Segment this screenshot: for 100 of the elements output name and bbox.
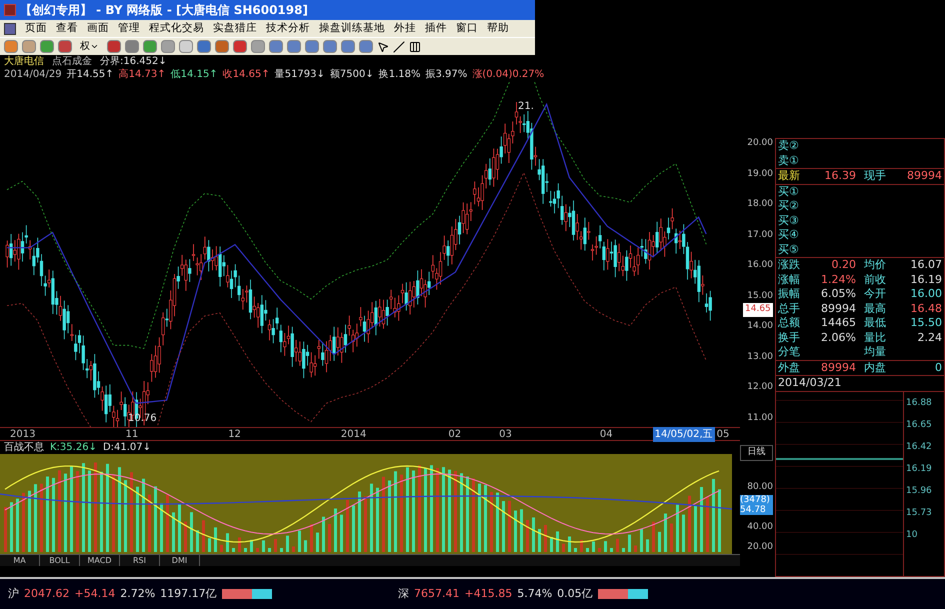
latest-price: 16.39 [824,169,856,184]
buy-level: 买① [777,184,800,199]
indicator-tab[interactable]: RSI [120,555,160,566]
menu-item[interactable]: 操盘训练基地 [319,20,385,36]
menu-item[interactable]: 实盘猎庄 [213,20,257,36]
date-label: 12 [228,428,241,442]
stat-label: 总手 [778,302,801,316]
app-menu-icon[interactable] [4,22,16,34]
quote-value: 2014/04/29 [4,68,62,82]
indicator-tab[interactable]: MACD [80,555,120,566]
axis-label: 80.00 [747,480,773,494]
price-axis-label: 15.00 [747,290,773,300]
market-percent: 5.74% [517,586,552,602]
price-axis-label: 13.00 [747,352,773,362]
stat-label: 均价 [864,258,887,272]
toolbar-icon[interactable] [269,40,283,53]
price-axis-label: 11.00 [747,412,773,422]
tick-axis-label: 16.88 [906,396,933,410]
indicator-title: 百战不息 [4,440,44,455]
stat-value: 2.24 [916,330,942,345]
tick-axis-label: 16.65 [906,418,933,432]
toolbar-icon[interactable] [305,40,319,53]
indicator-badge: (3478) 54.78 [740,495,773,515]
toolbar-icon[interactable] [197,40,211,53]
market-amount: 1197.17亿 [160,586,217,602]
indicator-name: 点石成金 [52,54,92,69]
indicator-tab[interactable]: MA [0,555,40,566]
buy-level: 买④ [777,228,800,242]
menu-item[interactable]: 窗口 [456,20,478,36]
tick-axis-label: 16.42 [906,440,933,454]
breadth-bar [222,589,272,599]
indicator-tab[interactable]: BOLL [40,555,80,566]
toolbar-icon[interactable] [161,40,175,53]
quote-value: 振3.97% [426,68,468,82]
stat-label: 量比 [864,330,887,345]
toolbar-icon[interactable] [179,40,193,53]
price-axis-label: 14.00 [747,321,773,331]
price-axis-label: 20.00 [747,138,773,148]
stat-label: 最低 [864,316,887,330]
toolbar-icon[interactable] [287,40,301,53]
menu-item[interactable]: 帮助 [487,20,509,36]
stat-value: 2.06% [820,330,856,345]
current-price-badge: 14.65 [743,303,773,316]
market-index: 7657.41 [414,586,460,602]
price-axis-label: 17.00 [747,230,773,240]
menu-item[interactable]: 技术分析 [266,20,310,36]
stat-label: 前收 [864,272,887,287]
stat-value: 16.19 [910,272,942,287]
quote-value: 高14.73↑ [118,68,166,82]
quote-value: 收14.65↑ [222,68,270,82]
tick-axis-label: 15.73 [906,506,933,520]
tick-axis-label: 15.96 [906,484,933,498]
axis-label: 20.00 [747,540,773,554]
toolbar-icon[interactable] [233,40,247,53]
stat-label: 均量 [864,345,887,360]
toolbar-icon[interactable] [107,40,121,53]
volume-value: 89994 [906,169,942,184]
market-amount: 0.05亿 [557,586,593,602]
bars-icon[interactable] [409,40,421,52]
stat-label: 分笔 [778,345,801,360]
rights-dropdown[interactable]: 权 [76,39,103,54]
quote-value: 低14.15↑ [170,68,218,82]
toolbar-icon[interactable] [341,40,355,53]
quote-value: 量51793↓ [274,68,325,82]
line-tool-icon[interactable] [393,40,405,52]
toolbar-icon[interactable] [125,40,139,53]
stat-value: 16.07 [910,258,942,272]
quote-value: 涨(0.04)0.27% [472,68,544,82]
price-axis-label: 19.00 [747,168,773,178]
window-title: 【创幻专用】 - BY 网络版 - [大唐电信 SH600198] [20,2,308,19]
boundary-value: 分界:16.452↓ [100,55,167,68]
menu-item[interactable]: 程式化交易 [149,20,204,36]
menu-item[interactable]: 外挂 [394,20,416,36]
menu-item[interactable]: 画面 [87,20,109,36]
stat-value: 15.50 [910,316,942,330]
date-label: 2013 [10,428,36,442]
price-axis-label: 12.00 [747,382,773,392]
menu-item[interactable]: 查看 [56,20,78,36]
toolbar-icon[interactable] [215,40,229,53]
sell-level: 卖② [777,139,800,154]
breadth-bar [598,589,648,599]
price-axis-label: 16.00 [747,260,773,270]
market-percent: 2.72% [120,586,156,602]
quote-value: 换1.18% [378,68,421,82]
toolbar-icon[interactable] [143,40,157,53]
axis-label: 40.00 [747,521,773,534]
cursor-icon[interactable] [377,40,389,52]
menu-item[interactable]: 管理 [118,20,140,36]
indicator-tab[interactable]: DMI [160,555,200,566]
toolbar-icon[interactable] [323,40,337,53]
market-index: 2047.62 [24,586,70,602]
stat-value: 89994 [820,302,856,316]
date-label: 11 [125,428,138,442]
stock-name: 大唐电信 [4,54,44,69]
toolbar-icon[interactable] [251,40,265,53]
inner-value: 0 [934,360,942,375]
date-label: 04 [600,428,613,442]
menu-item[interactable]: 插件 [425,20,447,36]
volume-label: 现手 [864,169,887,184]
menu-item[interactable]: 页面 [25,20,47,36]
